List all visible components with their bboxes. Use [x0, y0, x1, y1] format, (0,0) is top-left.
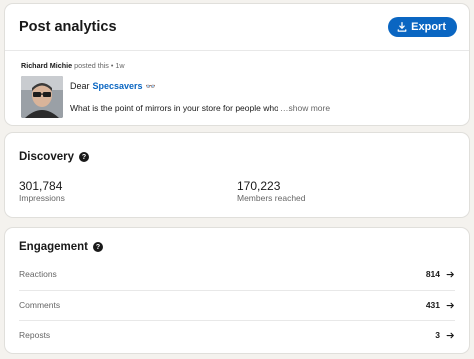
members-reached-label: Members reached	[237, 193, 306, 203]
arrow-right-icon	[446, 302, 454, 308]
help-icon[interactable]: ?	[93, 242, 104, 252]
post-meta-suffix: posted this • 1w	[74, 61, 125, 70]
help-icon[interactable]: ?	[78, 152, 89, 162]
comments-row[interactable]: Comments 431	[19, 290, 455, 320]
glasses-emoji: 👓	[145, 81, 156, 91]
engagement-title: Engagement	[19, 241, 89, 253]
discovery-heading: Discovery ?	[19, 151, 89, 163]
show-more-link[interactable]: …show more	[278, 103, 331, 113]
arrow-right-icon	[446, 271, 454, 277]
engagement-card: Engagement ? Reactions 814 Comments 431 …	[5, 228, 469, 353]
discovery-title: Discovery	[19, 151, 74, 163]
reposts-value: 3	[435, 330, 440, 340]
comments-label: Comments	[19, 300, 61, 310]
impressions-label: Impressions	[19, 193, 65, 203]
reposts-row[interactable]: Reposts 3	[19, 320, 455, 350]
export-button-label: Export	[411, 21, 446, 33]
export-button[interactable]: Export	[388, 17, 457, 37]
reactions-value: 814	[425, 269, 440, 279]
comments-value: 431	[425, 300, 440, 310]
post-author[interactable]: Richard Michie	[21, 61, 72, 70]
arrow-right-icon	[446, 332, 454, 338]
post-analytics-header: Post analytics Export	[19, 4, 457, 50]
download-icon	[397, 22, 407, 32]
post-thumbnail[interactable]	[21, 76, 63, 118]
post-meta: Richard Michie posted this • 1w	[21, 61, 125, 70]
members-reached-value: 170,223	[237, 179, 281, 193]
impressions-value: 301,784	[19, 179, 63, 193]
reactions-label: Reactions	[19, 269, 57, 279]
engagement-heading: Engagement ?	[19, 241, 104, 253]
post-greeting: Dear Specsavers 👓	[70, 81, 156, 91]
post-analytics-card: Post analytics Export Richard Michie pos…	[5, 4, 469, 125]
reposts-label: Reposts	[19, 330, 51, 340]
post-greeting-prefix: Dear	[70, 81, 90, 91]
reactions-row[interactable]: Reactions 814	[19, 259, 455, 289]
divider	[5, 50, 469, 51]
page-title: Post analytics	[19, 19, 117, 35]
discovery-card: Discovery ? 301,784 Impressions 170,223 …	[5, 133, 469, 217]
mention-link[interactable]: Specsavers	[93, 81, 143, 91]
